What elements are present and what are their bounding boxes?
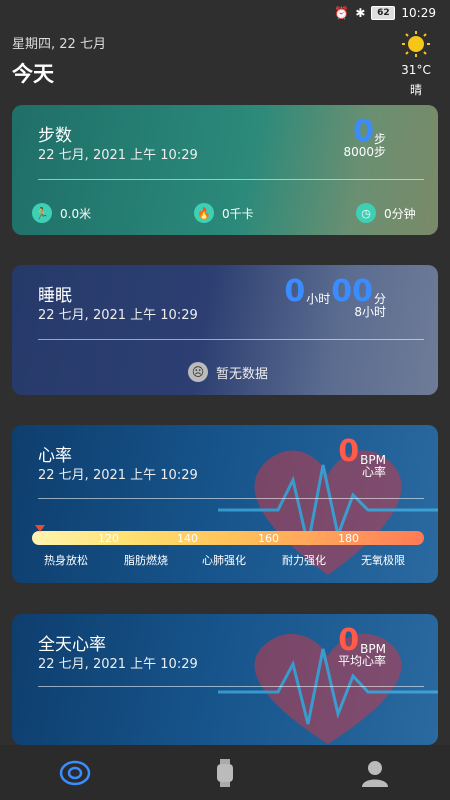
- steps-card[interactable]: 步数 22 七月, 2021 上午 10:29 0 步 8000步 🏃 0.0米…: [12, 105, 438, 235]
- weather-temp: 31°C: [401, 63, 431, 77]
- heart-illustration: [218, 633, 438, 744]
- calories-value: 0千卡: [222, 206, 254, 221]
- bluetooth-icon: ✱: [355, 6, 366, 20]
- divider: [38, 686, 424, 687]
- clock-icon: ◷: [356, 203, 376, 223]
- duration-stat: ◷ 0分钟: [356, 203, 416, 223]
- nav-profile[interactable]: [355, 753, 395, 793]
- weather-condition: 晴: [409, 83, 422, 97]
- calories-stat: 🔥 0千卡: [194, 203, 254, 223]
- nav-watch[interactable]: [205, 753, 245, 793]
- allday-heart-title: 全天心率: [38, 635, 106, 655]
- divider: [38, 179, 424, 180]
- home-icon: [59, 760, 91, 785]
- heart-illustration: [218, 450, 438, 575]
- steps-title: 步数: [38, 126, 72, 146]
- zone-label: 耐力强化: [282, 554, 326, 567]
- divider: [38, 339, 424, 340]
- status-bar: ⏰ ✱ 62 10:29: [0, 0, 450, 26]
- sleep-goal: 8小时: [354, 305, 386, 319]
- zone-tick: 120: [98, 532, 119, 545]
- allday-heart-sub: 平均心率: [337, 654, 386, 668]
- distance-value: 0.0米: [60, 206, 92, 221]
- steps-time: 22 七月, 2021 上午 10:29: [38, 148, 198, 163]
- zone-tick: 160: [258, 532, 279, 545]
- zone-label: 脂肪燃烧: [124, 554, 168, 567]
- nav-home[interactable]: [55, 753, 95, 793]
- allday-heart-time: 22 七月, 2021 上午 10:29: [38, 657, 198, 672]
- sleep-card[interactable]: 睡眠 22 七月, 2021 上午 10:29 0 小时 00 分 8小时 ☹ …: [12, 265, 438, 395]
- steps-goal: 8000步: [343, 145, 386, 159]
- sun-icon: [402, 31, 430, 57]
- header-date: 星期四, 22 七月: [12, 37, 106, 52]
- sleep-title: 睡眠: [38, 286, 72, 306]
- sleep-time: 22 七月, 2021 上午 10:29: [38, 308, 198, 323]
- clock: 10:29: [401, 6, 436, 20]
- heart-time: 22 七月, 2021 上午 10:29: [38, 468, 198, 483]
- duration-value: 0分钟: [384, 206, 416, 221]
- zone-label: 心肺强化: [202, 554, 246, 567]
- heart-value: 0: [338, 434, 360, 469]
- watch-icon: [217, 758, 233, 787]
- heart-title: 心率: [38, 446, 72, 466]
- page-title: 今天: [12, 62, 54, 86]
- alarm-icon: ⏰: [334, 6, 350, 20]
- no-data-indicator: ☹ 暂无数据: [188, 362, 268, 382]
- heart-zone-bar: [32, 531, 424, 545]
- sad-face-icon: ☹: [188, 362, 208, 382]
- zone-label: 热身放松: [44, 554, 88, 567]
- heart-sub: 心率: [361, 465, 386, 479]
- zone-label: 无氧极限: [361, 554, 405, 567]
- heart-zone-marker: [35, 525, 45, 532]
- allday-heart-card[interactable]: 全天心率 22 七月, 2021 上午 10:29 0 BPM 平均心率: [12, 614, 438, 745]
- zone-tick: 180: [338, 532, 359, 545]
- distance-stat: 🏃 0.0米: [32, 203, 91, 223]
- sleep-hours: 0: [284, 274, 306, 309]
- running-icon: 🏃: [32, 203, 52, 223]
- no-data-text: 暂无数据: [216, 366, 269, 382]
- weather-widget[interactable]: 31°C 晴: [396, 30, 436, 98]
- bottom-nav: [0, 745, 450, 800]
- heart-rate-card[interactable]: 心率 22 七月, 2021 上午 10:29 0 BPM 心率 120 140…: [12, 425, 438, 583]
- profile-icon: [362, 760, 388, 787]
- flame-icon: 🔥: [194, 203, 214, 223]
- divider: [38, 498, 424, 499]
- zone-tick: 140: [177, 532, 198, 545]
- battery-indicator: 62: [371, 6, 396, 20]
- sleep-hours-unit: 小时: [306, 292, 331, 306]
- header: 星期四, 22 七月 今天 31°C 晴: [12, 30, 438, 100]
